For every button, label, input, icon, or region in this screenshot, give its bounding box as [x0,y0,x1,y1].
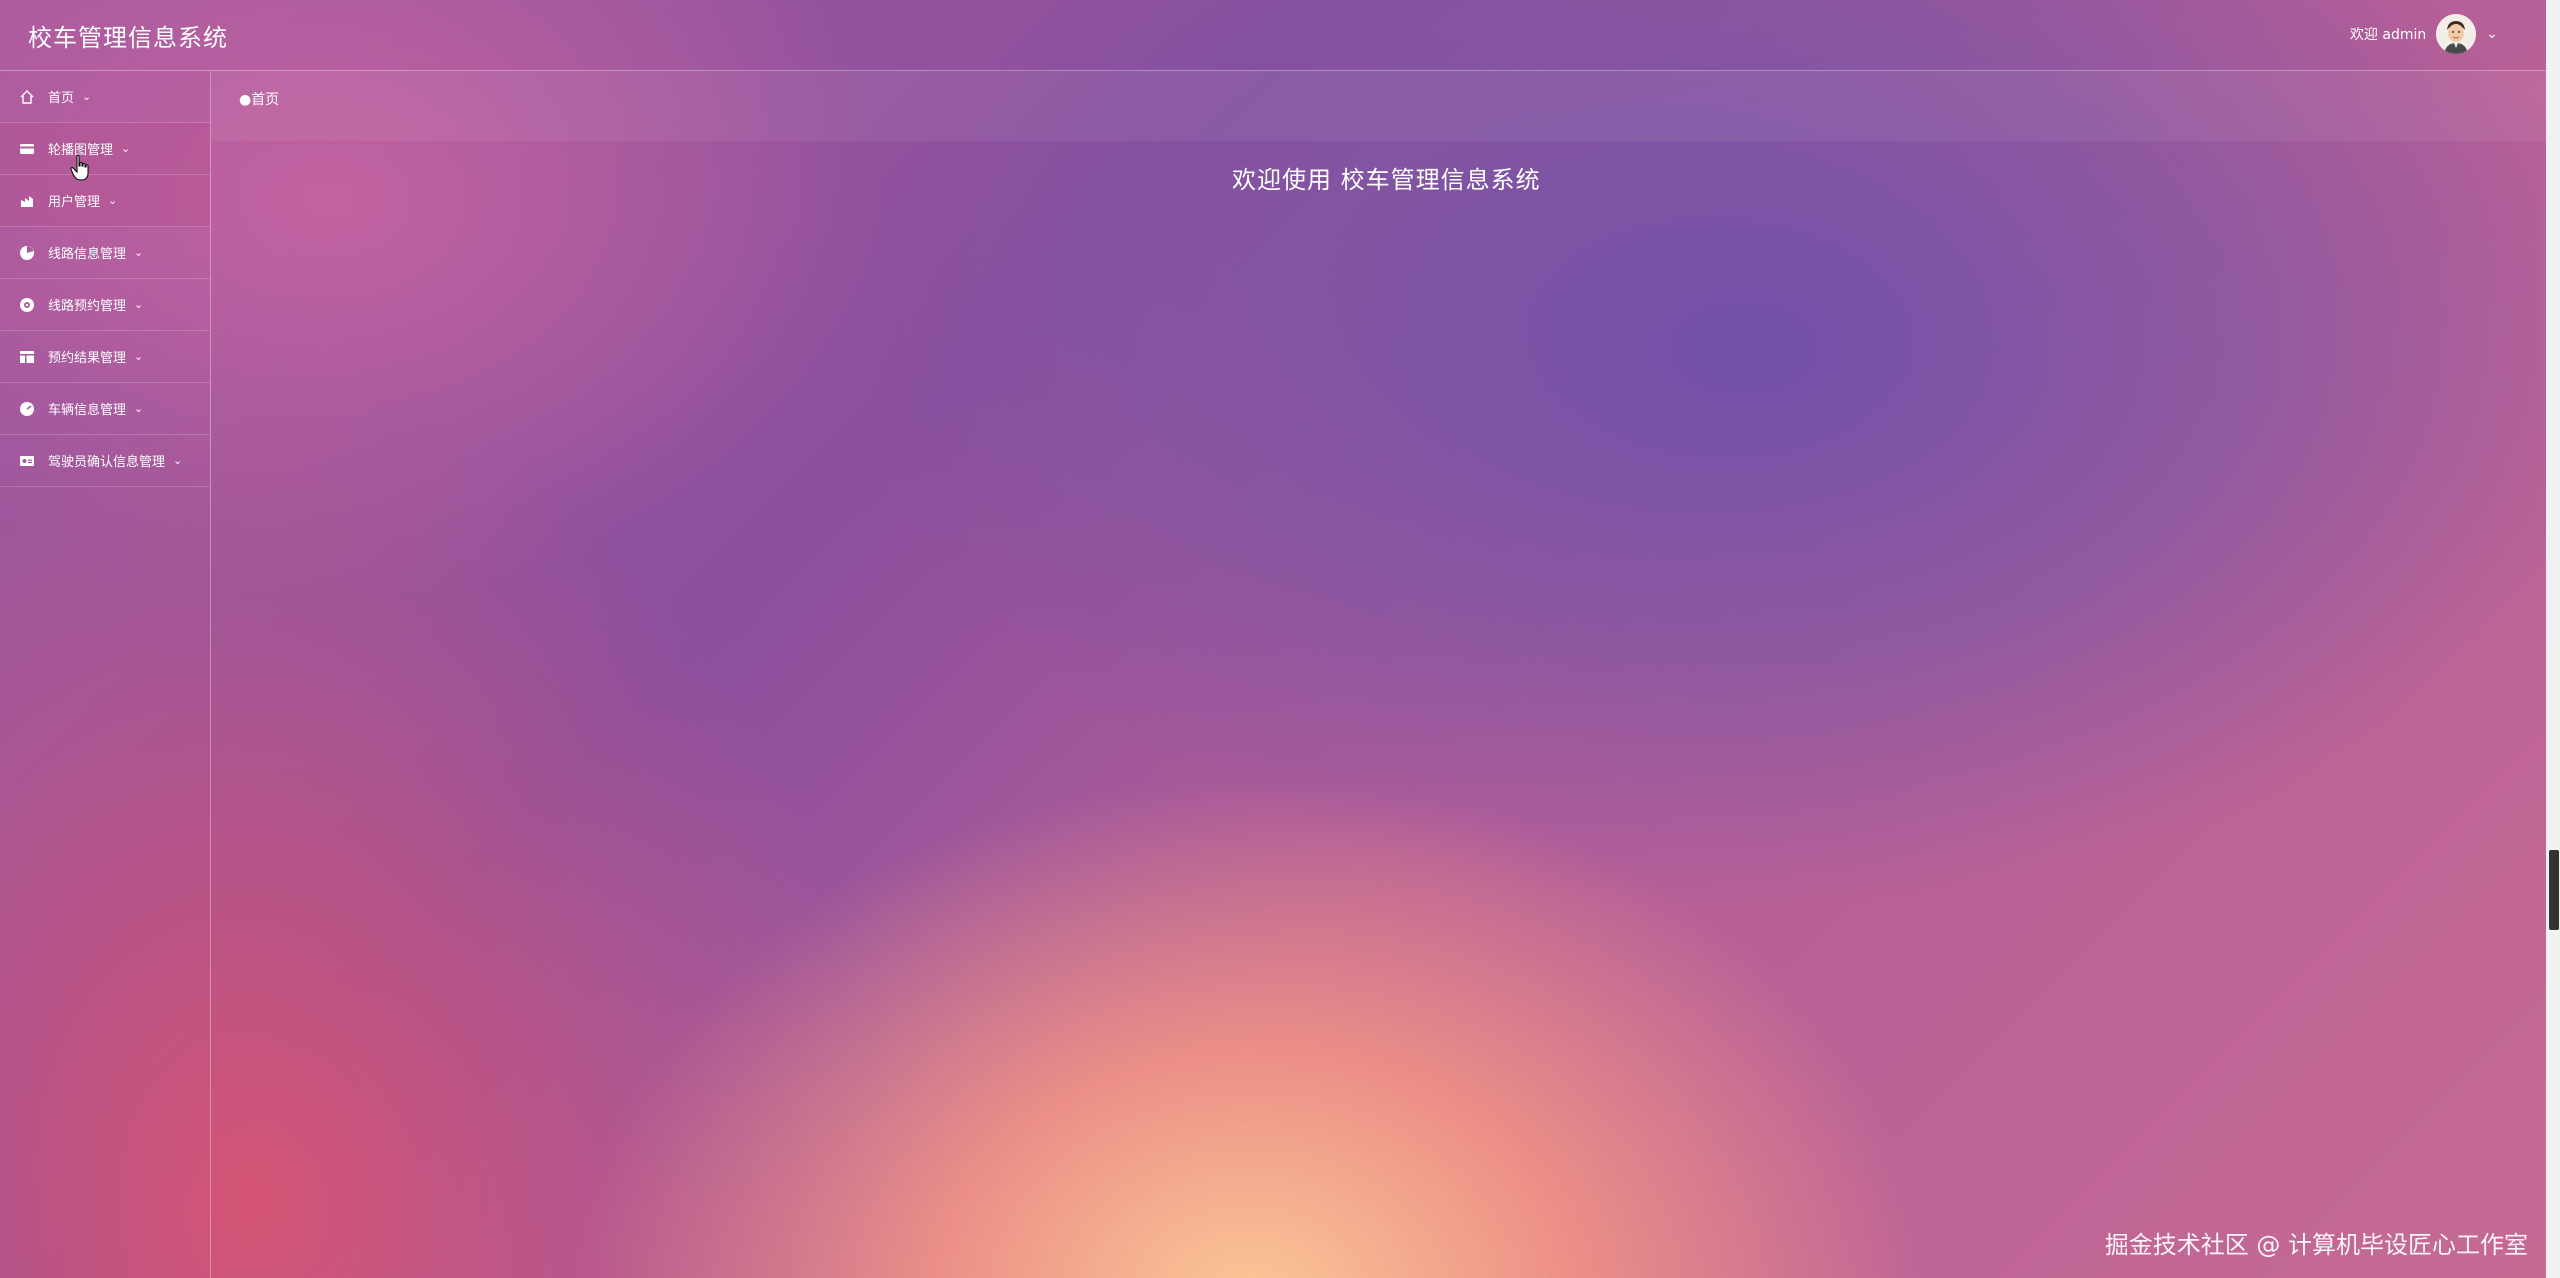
chevron-down-icon: ⌄ [108,194,118,207]
chevron-down-icon[interactable]: ⌄ [2486,26,2498,42]
chevron-down-icon: ⌄ [82,90,92,103]
top-header: 校车管理信息系统 欢迎 admin ⌄ [0,0,2546,71]
sidebar-item-home[interactable]: 首页 ⌄ [0,71,210,123]
breadcrumb-item[interactable]: ●首页 [239,89,279,109]
user-menu[interactable]: 欢迎 admin ⌄ [2350,12,2498,56]
sidebar-item-route-info[interactable]: 线路信息管理 ⌄ [0,227,210,279]
sidebar-item-users[interactable]: 用户管理 ⌄ [0,175,210,227]
card-icon [18,140,36,158]
sidebar-item-driver-confirm[interactable]: 驾驶员确认信息管理 ⌄ [0,435,210,487]
chevron-down-icon: ⌄ [134,402,144,415]
sidebar-item-label: 车辆信息管理 [48,403,127,418]
hand-cursor-icon [70,154,89,181]
breadcrumb: ●首页 [211,71,2546,141]
chevron-down-icon: ⌄ [134,298,144,311]
target-icon [18,296,36,314]
breadcrumb-dot-icon: ● [239,92,252,108]
pie-icon [18,244,36,262]
breadcrumb-label: 首页 [251,92,280,108]
gauge-icon [18,400,36,418]
chevron-down-icon: ⌄ [173,454,183,467]
chevron-down-icon: ⌄ [134,246,144,259]
sidebar-item-route-booking[interactable]: 线路预约管理 ⌄ [0,279,210,331]
watermark-text: 掘金技术社区 @ 计算机毕设匠心工作室 [2104,1231,2528,1259]
sidebar-item-label: 线路信息管理 [48,247,127,262]
id-card-icon [18,452,36,470]
sidebar-item-vehicle-info[interactable]: 车辆信息管理 ⌄ [0,383,210,435]
avatar-face-icon [2436,14,2477,54]
home-icon [18,88,36,106]
avatar[interactable] [2436,14,2477,54]
welcome-heading: 欢迎使用 校车管理信息系统 [1232,166,1541,194]
table-icon [18,348,36,366]
chart-icon [18,192,36,210]
sidebar-item-label: 线路预约管理 [48,299,127,314]
chevron-down-icon: ⌄ [121,142,131,155]
chevron-down-icon: ⌄ [134,350,144,363]
app-title: 校车管理信息系统 [28,24,228,52]
page-scrollbar[interactable] [2546,0,2560,1278]
sidebar-item-booking-result[interactable]: 预约结果管理 ⌄ [0,331,210,383]
scrollbar-thumb[interactable] [2549,850,2559,930]
sidebar-item-carousel[interactable]: 轮播图管理 ⌄ [0,123,210,175]
sidebar: 首页 ⌄ 轮播图管理 ⌄ 用户管理 ⌄ 线路信息管理 ⌄ 线路预约管理 ⌄ 预约… [0,71,211,1278]
sidebar-item-label: 预约结果管理 [48,351,127,366]
sidebar-item-label: 首页 [48,91,75,106]
sidebar-item-label: 驾驶员确认信息管理 [48,455,166,470]
sidebar-item-label: 用户管理 [48,195,101,210]
welcome-user-text: 欢迎 admin [2349,27,2427,43]
